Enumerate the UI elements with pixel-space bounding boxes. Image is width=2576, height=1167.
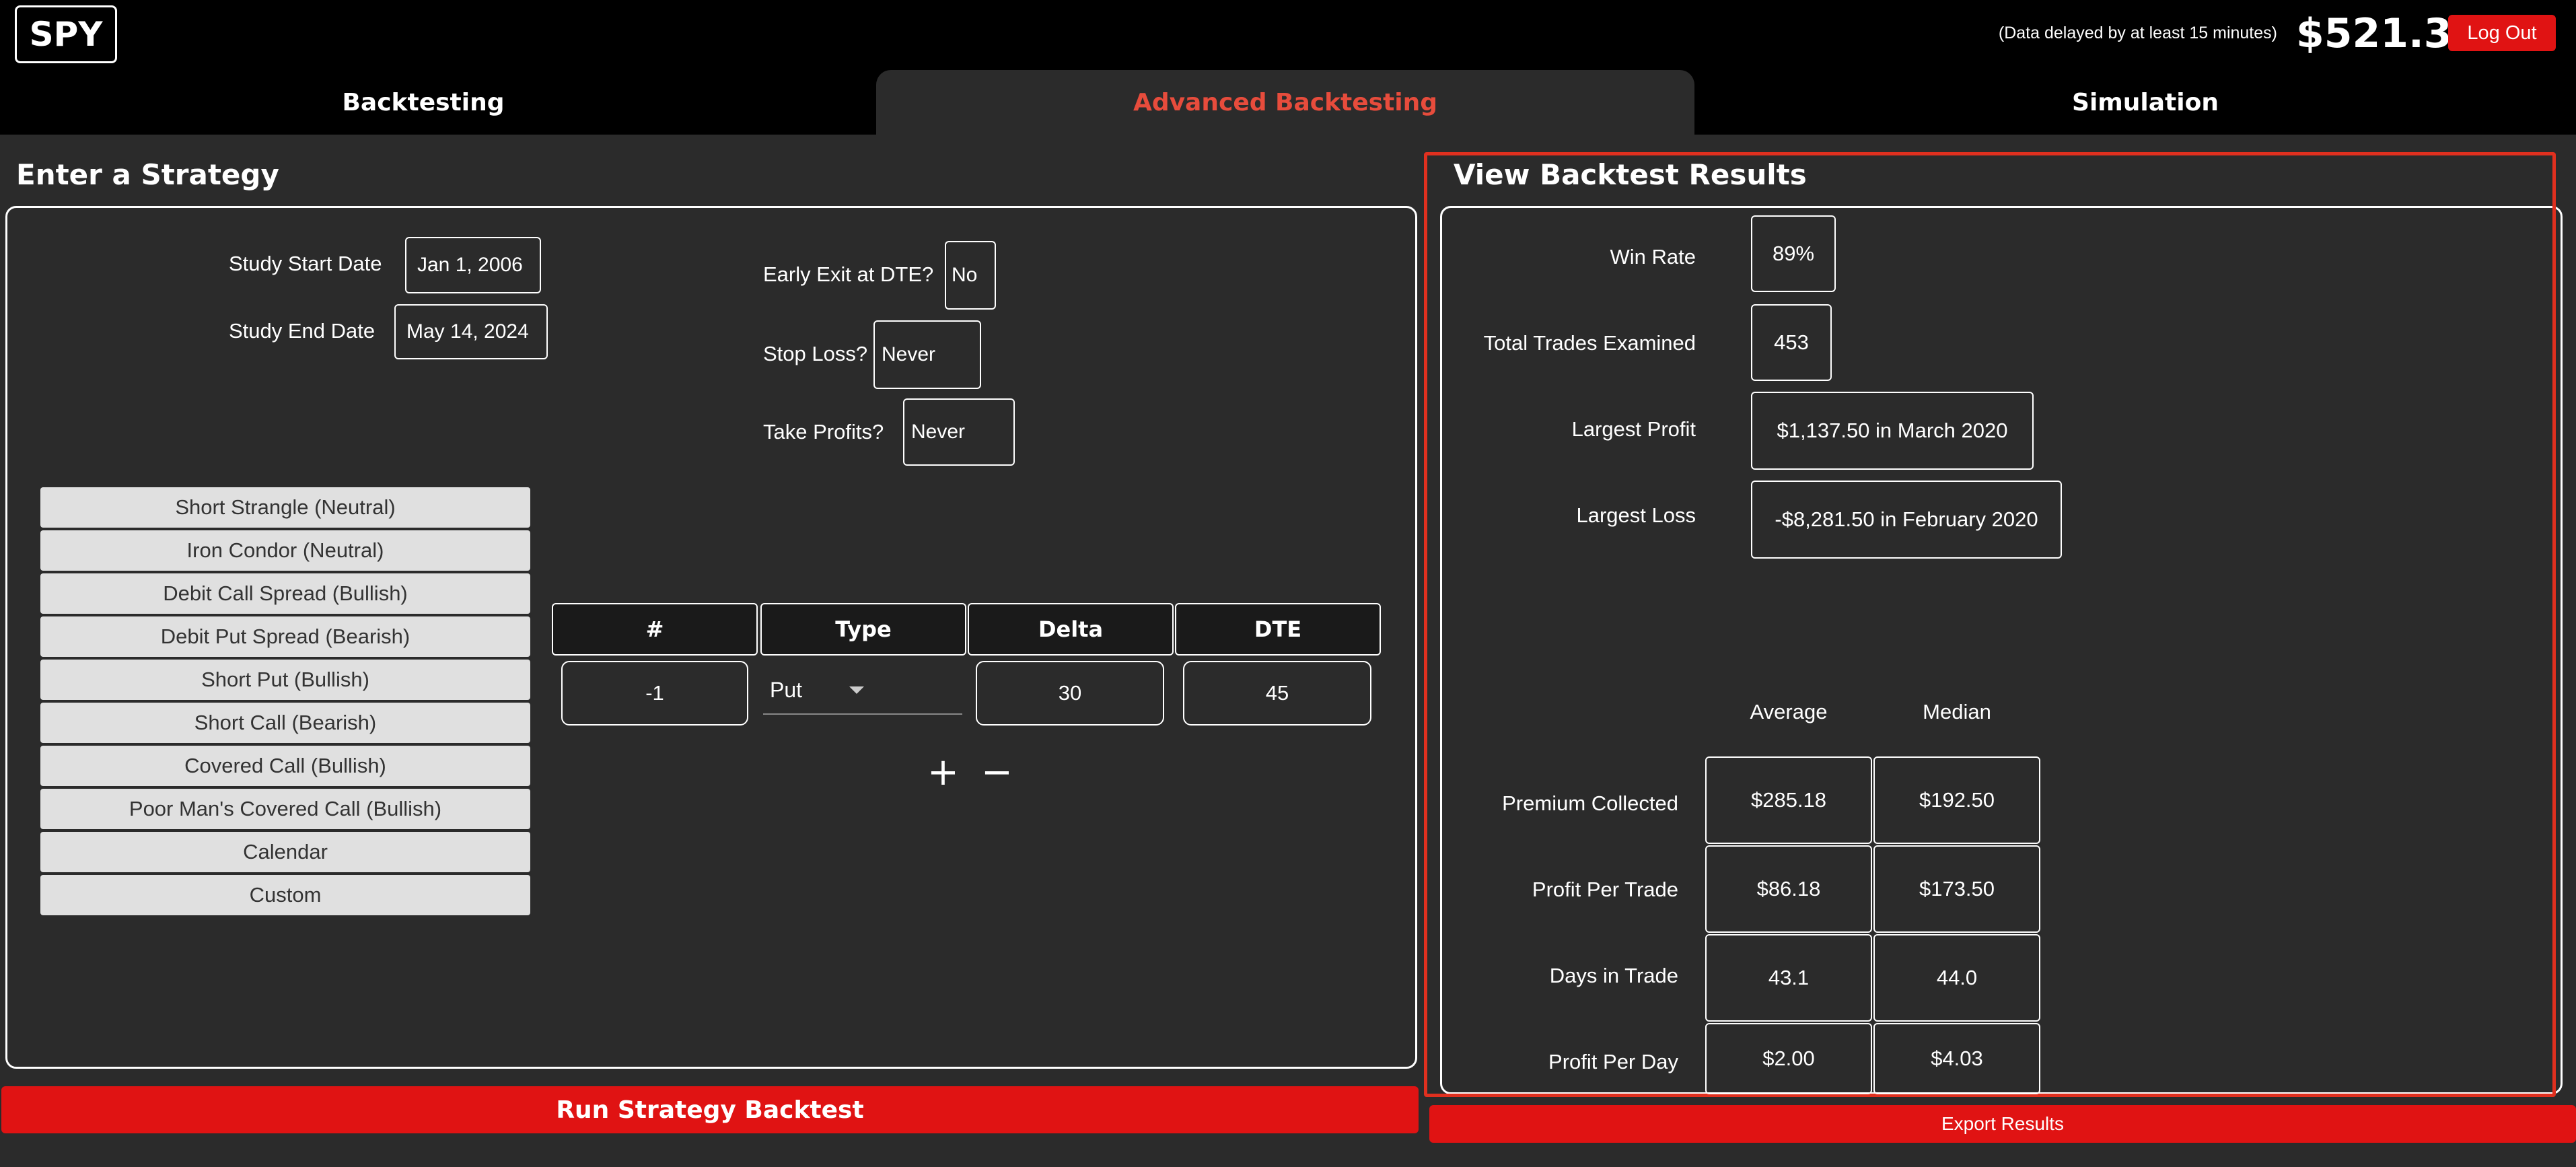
stats-average-cell: 43.1	[1705, 934, 1872, 1022]
legs-header-dte: DTE	[1175, 603, 1381, 656]
largest-loss-value: -$8,281.50 in February 2020	[1751, 481, 2062, 559]
leg-count-input[interactable]: -1	[561, 661, 748, 726]
tab-simulation[interactable]: Simulation	[1694, 70, 2576, 135]
stats-average-cell: $285.18	[1705, 756, 1872, 844]
largest-profit-value: $1,137.50 in March 2020	[1751, 392, 2034, 470]
caret-down-icon	[849, 686, 864, 694]
stats-row-label: Premium Collected	[1502, 791, 1678, 815]
results-section-title: View Backtest Results	[1454, 158, 1807, 191]
add-leg-button[interactable]: +	[927, 754, 959, 791]
preset-poor-mans-covered-call[interactable]: Poor Man's Covered Call (Bullish)	[40, 789, 530, 829]
strategy-section-title: Enter a Strategy	[16, 158, 279, 191]
leg-delta-input[interactable]: 30	[976, 661, 1164, 726]
start-date-label: Study Start Date	[229, 252, 382, 275]
preset-debit-call-spread[interactable]: Debit Call Spread (Bullish)	[40, 573, 530, 614]
win-rate-value: 89%	[1751, 215, 1836, 292]
early-exit-label: Early Exit at DTE?	[763, 262, 934, 286]
largest-profit-label: Largest Profit	[1571, 417, 1696, 441]
spy-logo: SPY	[15, 5, 117, 63]
stats-row-label: Profit Per Day	[1548, 1050, 1678, 1073]
export-results-button[interactable]: Export Results	[1429, 1105, 2576, 1143]
tab-backtesting[interactable]: Backtesting	[0, 70, 847, 135]
legs-header-type: Type	[760, 603, 966, 656]
legs-header-delta: Delta	[968, 603, 1174, 656]
legs-header-count: #	[552, 603, 758, 656]
stats-column-median: Median	[1923, 700, 1991, 723]
stats-row-label: Days in Trade	[1549, 964, 1678, 987]
end-date-label: Study End Date	[229, 319, 375, 343]
stats-median-cell: $192.50	[1873, 756, 2040, 844]
stats-median-cell: $173.50	[1873, 845, 2040, 933]
stats-median-cell: 44.0	[1873, 934, 2040, 1022]
total-trades-label: Total Trades Examined	[1483, 331, 1696, 355]
preset-iron-condor[interactable]: Iron Condor (Neutral)	[40, 530, 530, 571]
logout-button[interactable]: Log Out	[2448, 15, 2556, 51]
preset-short-call[interactable]: Short Call (Bearish)	[40, 703, 530, 743]
run-strategy-backtest-button[interactable]: Run Strategy Backtest	[1, 1086, 1419, 1133]
data-delay-note: (Data delayed by at least 15 minutes)	[1998, 24, 2277, 42]
win-rate-label: Win Rate	[1610, 245, 1696, 269]
total-trades-value: 453	[1751, 304, 1832, 381]
leg-type-select[interactable]: Put	[763, 666, 962, 715]
tab-advanced-backtesting[interactable]: Advanced Backtesting	[876, 70, 1694, 135]
preset-calendar[interactable]: Calendar	[40, 832, 530, 872]
early-exit-field[interactable]: No	[945, 241, 996, 310]
preset-short-put[interactable]: Short Put (Bullish)	[40, 660, 530, 700]
largest-loss-label: Largest Loss	[1576, 503, 1696, 527]
leg-type-value: Put	[770, 677, 803, 702]
stats-average-cell: $86.18	[1705, 845, 1872, 933]
start-date-field[interactable]: Jan 1, 2006	[405, 237, 541, 293]
preset-custom[interactable]: Custom	[40, 875, 530, 915]
take-profits-field[interactable]: Never	[903, 398, 1015, 466]
preset-debit-put-spread[interactable]: Debit Put Spread (Bearish)	[40, 616, 530, 657]
preset-covered-call[interactable]: Covered Call (Bullish)	[40, 746, 530, 786]
leg-dte-input[interactable]: 45	[1183, 661, 1371, 726]
stop-loss-field[interactable]: Never	[873, 320, 981, 389]
stats-median-cell: $4.03	[1873, 1023, 2040, 1094]
remove-leg-button[interactable]: −	[981, 754, 1013, 791]
stop-loss-label: Stop Loss?	[763, 342, 868, 365]
stats-average-cell: $2.00	[1705, 1023, 1872, 1094]
end-date-field[interactable]: May 14, 2024	[394, 304, 548, 359]
stats-row-label: Profit Per Trade	[1532, 878, 1678, 901]
preset-short-strangle[interactable]: Short Strangle (Neutral)	[40, 487, 530, 528]
stats-column-average: Average	[1750, 700, 1828, 723]
take-profits-label: Take Profits?	[763, 420, 884, 444]
